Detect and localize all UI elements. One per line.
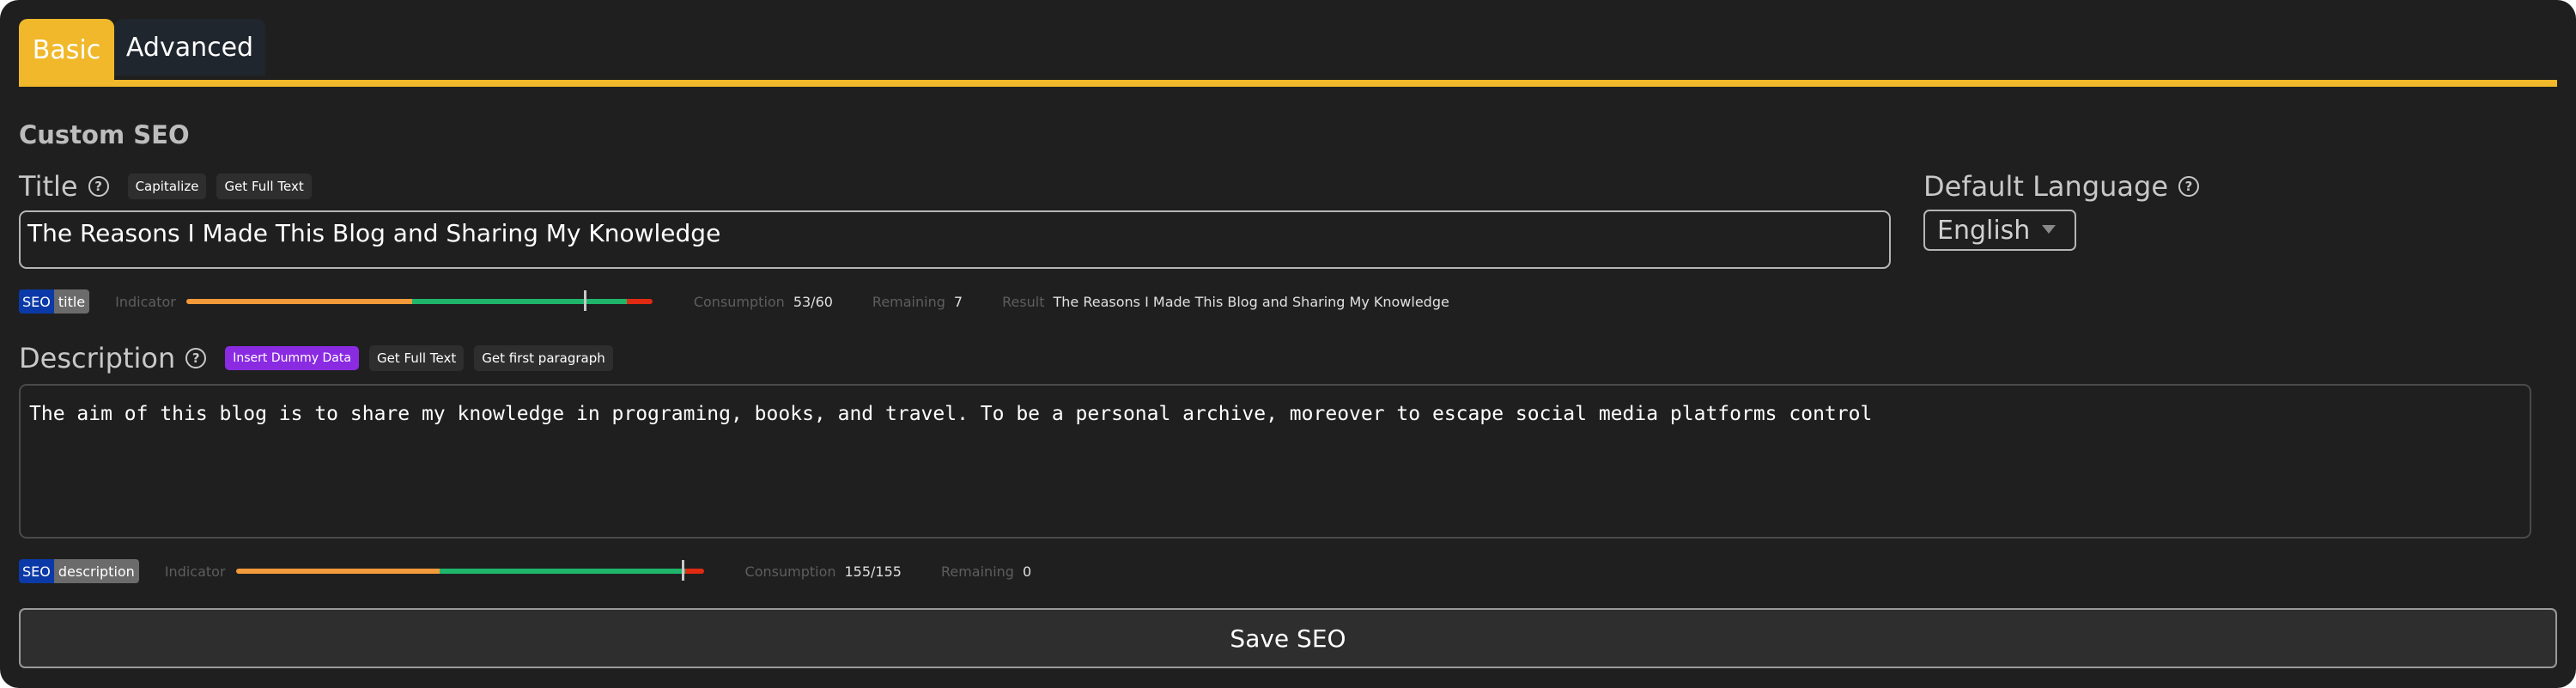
badge-seo: SEO [19,289,54,314]
title-label-row: Title ? Capitalize Get Full Text [19,170,312,203]
tab-bar: Basic Advanced [19,19,265,81]
language-select[interactable]: English [1923,210,2076,251]
indicator-marker [682,560,685,581]
seo-panel: Basic Advanced Custom SEO Title ? Capita… [0,0,2576,688]
indicator-marker [584,290,587,311]
description-label: Description [19,342,176,374]
tab-advanced[interactable]: Advanced [114,19,265,76]
remaining-value: 7 [953,293,963,310]
remaining-label: Remaining [872,293,945,310]
consumption-value: 53/60 [793,293,833,310]
title-label: Title [19,170,78,203]
indicator-label: Indicator [164,563,226,580]
title-get-full-text-button[interactable]: Get Full Text [216,174,312,199]
indicator-label: Indicator [115,293,176,310]
seo-title-badge: SEO title [19,289,90,314]
dropdown-arrow-icon [2042,225,2056,234]
language-label-row: Default Language ? [1923,170,2200,203]
description-get-full-text-button[interactable]: Get Full Text [368,345,465,371]
bar-zone-good [412,299,627,304]
remaining-value: 0 [1022,563,1032,580]
bar-zone-over [684,569,704,574]
title-meter-row: SEO title Indicator Consumption 53/60 Re… [19,289,1449,314]
insert-dummy-data-button[interactable]: Insert Dummy Data [225,346,359,370]
badge-type: title [53,289,90,314]
remaining-label: Remaining [940,563,1014,580]
question-circle-icon[interactable]: ? [88,176,109,197]
consumption-value: 155/155 [844,563,902,580]
consumption-label: Consumption [744,563,836,580]
bar-zone-low [235,569,440,574]
seo-description-badge: SEO description [19,559,139,583]
consumption-label: Consumption [693,293,785,310]
question-circle-icon[interactable]: ? [2178,176,2200,197]
tab-basic[interactable]: Basic [19,19,114,81]
question-circle-icon[interactable]: ? [185,348,207,368]
description-meter-row: SEO description Indicator Consumption 15… [19,558,1031,584]
bar-zone-low [185,299,413,304]
description-textarea[interactable]: The aim of this blog is to share my know… [19,384,2531,539]
badge-seo: SEO [19,559,54,583]
bar-zone-good [439,569,685,574]
description-label-row: Description ? Insert Dummy Data Get Full… [19,342,613,374]
capitalize-button[interactable]: Capitalize [127,174,207,199]
save-seo-button[interactable]: Save SEO [19,608,2557,668]
badge-type: description [53,559,139,583]
description-indicator-bar [235,560,704,581]
section-title: Custom SEO [19,120,190,149]
result-label: Result [1002,293,1045,310]
bar-zone-over [626,299,653,304]
title-input[interactable]: The Reasons I Made This Blog and Sharing… [19,210,1891,269]
title-indicator-bar [185,290,653,311]
default-language-label: Default Language [1923,170,2169,203]
result-value: The Reasons I Made This Blog and Sharing… [1053,293,1449,310]
tab-underline [19,80,2557,87]
language-selected-value: English [1937,215,2031,246]
get-first-paragraph-button[interactable]: Get first paragraph [474,345,613,371]
